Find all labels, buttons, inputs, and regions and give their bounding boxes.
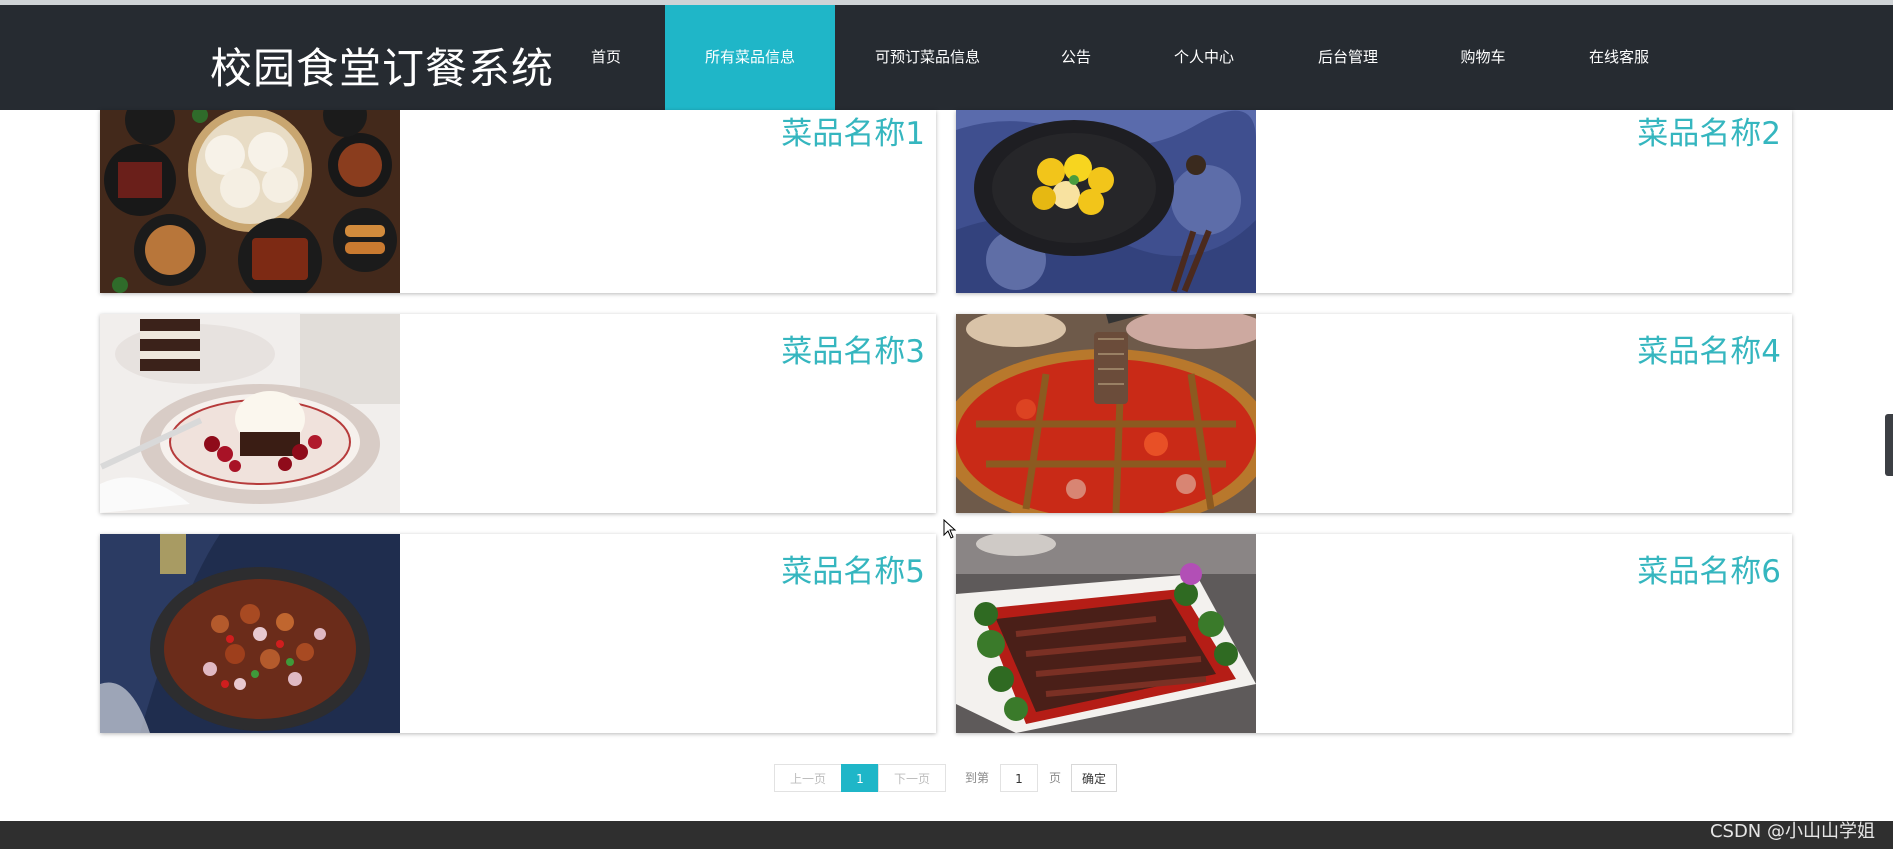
dish-image[interactable] [100, 314, 400, 513]
dish-name[interactable]: 菜品名称1 [781, 110, 925, 153]
nav-item-online-service[interactable]: 在线客服 [1568, 5, 1670, 110]
page-footer [0, 821, 1893, 849]
next-page-button[interactable]: 下一页 [878, 764, 946, 792]
dish-card-2[interactable]: 菜品名称2 [956, 110, 1792, 293]
prev-page-button[interactable]: 上一页 [774, 764, 842, 792]
dish-image[interactable] [956, 110, 1256, 293]
dish-image[interactable] [100, 110, 400, 293]
dish-image[interactable] [100, 534, 400, 733]
dish-name[interactable]: 菜品名称6 [1637, 546, 1781, 591]
top-navbar: 校园食堂订餐系统 首页 所有菜品信息 可预订菜品信息 公告 个人中心 后台管理 … [0, 0, 1893, 110]
nav-item-bookable-dishes[interactable]: 可预订菜品信息 [860, 5, 995, 110]
dish-card-3[interactable]: 菜品名称3 [100, 314, 936, 513]
nav-item-admin[interactable]: 后台管理 [1300, 5, 1396, 110]
dish-name[interactable]: 菜品名称2 [1637, 110, 1781, 153]
dish-card-1[interactable]: 菜品名称1 [100, 110, 936, 293]
confirm-page-button[interactable]: 确定 [1071, 764, 1117, 792]
nav-item-all-dishes[interactable]: 所有菜品信息 [665, 5, 835, 110]
side-scroll-handle[interactable] [1885, 414, 1893, 476]
site-title: 校园食堂订餐系统 [210, 44, 555, 93]
page-1-button[interactable]: 1 [841, 764, 879, 792]
dish-card-6[interactable]: 菜品名称6 [956, 534, 1792, 733]
nav-item-profile[interactable]: 个人中心 [1158, 5, 1250, 110]
nav-item-cart[interactable]: 购物车 [1447, 5, 1519, 110]
mouse-cursor-icon [943, 518, 957, 543]
goto-page-input[interactable]: 1 [1000, 764, 1038, 792]
dish-name[interactable]: 菜品名称5 [781, 546, 925, 591]
dish-name[interactable]: 菜品名称3 [781, 326, 925, 371]
watermark-text: CSDN @小山山学姐 [1709, 821, 1875, 842]
nav-item-announcements[interactable]: 公告 [1041, 5, 1111, 110]
dish-card-5[interactable]: 菜品名称5 [100, 534, 936, 733]
dish-card-4[interactable]: 菜品名称4 [956, 314, 1792, 513]
nav-item-home[interactable]: 首页 [570, 5, 642, 110]
goto-page-prefix: 到第 [965, 771, 990, 785]
dish-image[interactable] [956, 534, 1256, 733]
goto-page-suffix: 页 [1049, 771, 1062, 785]
dish-image[interactable] [956, 314, 1256, 513]
dish-name[interactable]: 菜品名称4 [1637, 326, 1781, 371]
